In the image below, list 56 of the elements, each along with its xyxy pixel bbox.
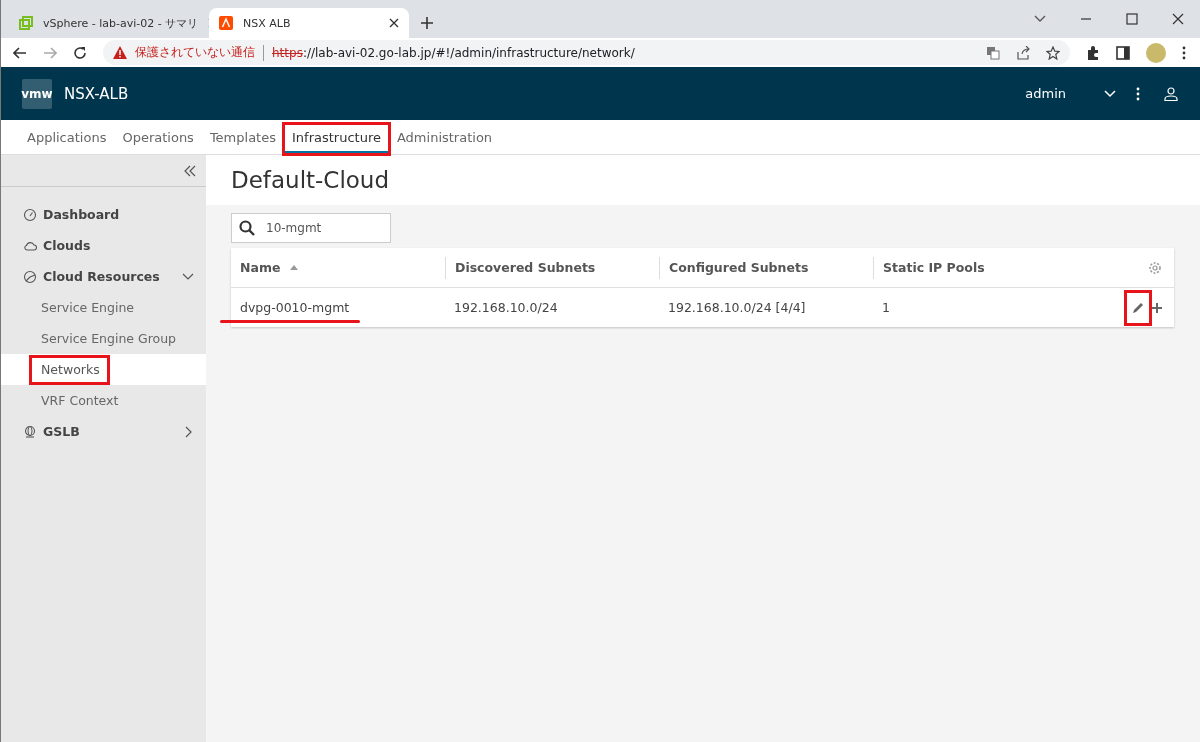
user-icon[interactable] — [1164, 86, 1178, 101]
sidebar-icon[interactable] — [1116, 45, 1130, 60]
menu-icon[interactable] — [1182, 45, 1186, 60]
address-bar[interactable]: 保護されていない通信 https://lab-avi-02.go-lab.jp/#!/admin/infrastructure/network/ — [103, 40, 1070, 65]
pencil-icon[interactable] — [1132, 301, 1144, 314]
app-title: NSX-ALB — [64, 84, 129, 103]
sidebar-item[interactable]: VRF Context — [41, 393, 119, 408]
url-text: https://lab-avi-02.go-lab.jp/#!/admin/infrastructure/network/ — [272, 45, 635, 60]
settings-icon[interactable] — [1148, 260, 1162, 275]
sidebar-item[interactable]: Service Engine — [41, 300, 134, 315]
sidebar-item[interactable]: Clouds — [1, 230, 206, 261]
plus-icon[interactable] — [1152, 302, 1162, 313]
nav-tab[interactable]: Templates — [201, 120, 284, 154]
browser-tab[interactable]: NSX ALB — [209, 8, 409, 38]
share-icon[interactable] — [1016, 45, 1030, 60]
security-warning: 保護されていない通信 — [135, 44, 255, 61]
table-cell: dvpg-0010-mgmt — [240, 300, 350, 315]
nav-tab[interactable]: Operations — [114, 120, 202, 154]
menu-icon[interactable] — [1136, 86, 1140, 101]
double-chevron-icon[interactable] — [184, 164, 196, 177]
translate-icon[interactable] — [986, 45, 1000, 60]
warning-icon — [113, 46, 127, 59]
chevron-down-icon[interactable] — [1034, 15, 1046, 23]
column-header[interactable]: Discovered Subnets — [445, 256, 659, 279]
page-title: Default-Cloud — [231, 167, 390, 193]
table-cell: 192.168.10.0/24 [4/4] — [668, 300, 806, 315]
puzzle-icon[interactable] — [1086, 45, 1100, 60]
search-icon — [239, 220, 255, 236]
user-name[interactable]: admin — [1025, 86, 1066, 101]
star-icon[interactable] — [1046, 45, 1060, 60]
maximize-icon[interactable] — [1126, 13, 1138, 25]
sidebar-item[interactable]: Service Engine Group — [41, 331, 177, 346]
pie-icon — [23, 269, 37, 284]
close-icon[interactable] — [1172, 13, 1184, 25]
squares-icon — [19, 16, 33, 30]
back-icon[interactable] — [13, 46, 27, 59]
reload-icon[interactable] — [73, 45, 87, 60]
sort-ascending-icon[interactable] — [290, 265, 299, 270]
column-header[interactable]: Static IP Pools — [873, 256, 1087, 279]
sidebar-item[interactable]: Cloud Resources — [1, 261, 206, 292]
close-icon[interactable] — [389, 18, 399, 28]
sidebar-item[interactable]: GSLB — [1, 416, 206, 447]
sidebar-item[interactable]: Networks — [41, 362, 100, 377]
table-cell: 192.168.10.0/24 — [454, 300, 558, 315]
search-field[interactable]: 10-mgmt — [231, 213, 391, 243]
gauge-icon — [23, 207, 37, 222]
table-cell: 1 — [882, 300, 890, 315]
globe-icon — [23, 424, 37, 439]
plus-icon[interactable] — [421, 17, 433, 29]
sidebar-item[interactable]: Dashboard — [1, 199, 206, 230]
column-header[interactable]: Name — [231, 256, 445, 279]
logo-icon — [219, 16, 233, 30]
column-header[interactable]: Configured Subnets — [659, 256, 873, 279]
nav-tab[interactable]: Administration — [388, 120, 501, 154]
nav-tab[interactable]: Applications — [19, 120, 115, 154]
logo: vmw — [22, 78, 52, 109]
